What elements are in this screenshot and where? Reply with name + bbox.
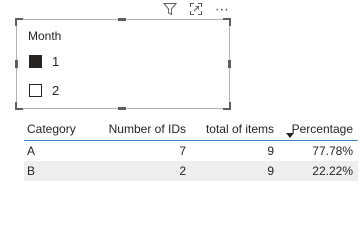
table-row: B 2 9 22.22% — [24, 161, 358, 181]
resize-corner-bottom-right[interactable] — [223, 102, 231, 110]
resize-corner-top-right[interactable] — [223, 18, 231, 26]
filter-icon[interactable] — [162, 1, 178, 17]
category-table: Category Number of IDs total of items Pe… — [24, 118, 358, 181]
table-cell: 7 — [179, 144, 186, 158]
focus-mode-icon[interactable] — [188, 1, 204, 17]
resize-corner-bottom-left[interactable] — [15, 102, 23, 110]
resize-corner-top-left[interactable] — [15, 18, 23, 26]
table-cell: 9 — [267, 164, 274, 178]
table-cell: A — [27, 144, 36, 158]
slicer-checkbox-unchecked[interactable] — [29, 83, 42, 97]
table-cell: B — [27, 164, 36, 178]
column-header-category[interactable]: Category — [24, 122, 84, 136]
slicer-item-1[interactable]: 1 — [29, 52, 59, 70]
resize-handle-top[interactable] — [118, 18, 126, 21]
resize-handle-left[interactable] — [15, 60, 18, 68]
resize-handle-right[interactable] — [228, 60, 231, 68]
column-header-total-of-items[interactable]: total of items — [186, 122, 274, 136]
more-options-icon[interactable]: ⋯ — [214, 1, 230, 17]
resize-handle-bottom[interactable] — [118, 107, 126, 110]
slicer-item-2[interactable]: 2 — [29, 81, 59, 99]
table-cell: 9 — [267, 144, 274, 158]
slicer-title: Month — [28, 29, 62, 43]
table-cell: 2 — [179, 164, 186, 178]
table-cell: 77.78% — [312, 144, 353, 158]
sort-descending-icon — [286, 133, 294, 138]
month-slicer[interactable]: Month 1 2 — [15, 18, 231, 110]
visual-header: ⋯ — [150, 1, 230, 17]
table-row: A 7 9 77.78% — [24, 141, 358, 161]
slicer-checkbox-checked[interactable] — [29, 54, 42, 68]
table-header-row: Category Number of IDs total of items Pe… — [24, 118, 358, 141]
slicer-item-label: 2 — [52, 82, 60, 98]
column-header-number-of-ids[interactable]: Number of IDs — [84, 122, 186, 136]
slicer-item-label: 1 — [52, 53, 60, 69]
table-cell: 22.22% — [312, 164, 353, 178]
